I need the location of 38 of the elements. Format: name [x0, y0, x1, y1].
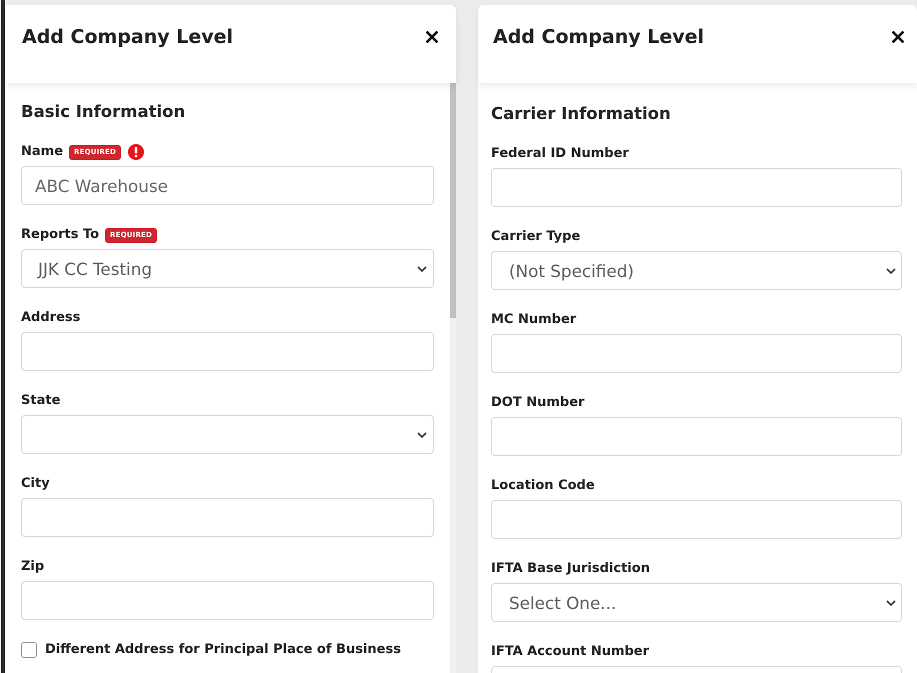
field-label: Name: [21, 143, 64, 161]
dropdown-field[interactable]: JJK CC Testing: [21, 249, 434, 288]
checkbox-label: Different Address for Principal Place of Business: [45, 641, 401, 659]
field-label: Federal ID Number: [491, 145, 629, 163]
close-icon: [426, 31, 438, 43]
field-label: State: [21, 392, 60, 410]
text-field[interactable]: [491, 500, 902, 539]
text-field[interactable]: [21, 498, 434, 537]
section-heading: Carrier Information: [491, 103, 672, 125]
field-label: Zip: [21, 558, 44, 576]
chevron-down-icon: [417, 432, 427, 438]
field-label: Carrier Type: [491, 228, 580, 246]
text-field[interactable]: [491, 334, 902, 373]
checkbox[interactable]: [21, 642, 37, 658]
dropdown-field[interactable]: [21, 415, 434, 454]
dialog-title: Add Company Level: [22, 25, 234, 50]
field-label: City: [21, 475, 50, 493]
dialog-title: Add Company Level: [493, 25, 704, 50]
field-label: MC Number: [491, 311, 576, 329]
dropdown-field[interactable]: (Not Specified): [491, 251, 902, 290]
field-label: Reports To: [21, 226, 100, 244]
chevron-down-icon: [417, 266, 427, 272]
field-label: DOT Number: [491, 394, 584, 412]
text-field[interactable]: [21, 581, 434, 620]
text-field[interactable]: [491, 417, 902, 456]
field-label: Location Code: [491, 477, 595, 495]
chevron-down-icon: [886, 600, 896, 606]
field-label: Address: [21, 309, 80, 327]
field-label: IFTA Base Jurisdiction: [491, 560, 650, 578]
scrollbar-thumb[interactable]: [450, 83, 456, 318]
text-field[interactable]: [491, 168, 902, 207]
field-label: IFTA Account Number: [491, 643, 650, 661]
close-icon: [892, 31, 904, 43]
dropdown-field[interactable]: Select One...: [491, 583, 902, 622]
text-field[interactable]: ABC Warehouse: [21, 166, 434, 205]
text-field[interactable]: [21, 332, 434, 371]
chevron-down-icon: [886, 268, 896, 274]
section-heading: Basic Information: [21, 101, 186, 123]
